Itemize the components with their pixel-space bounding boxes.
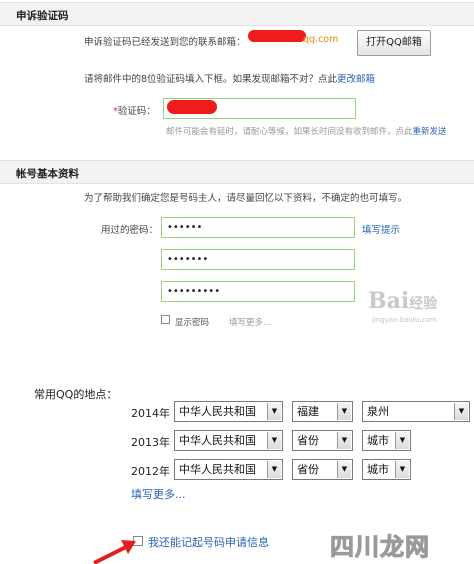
year-2014: 2014年 xyxy=(131,407,170,420)
redacted-email xyxy=(248,30,306,42)
account-intro: 为了帮助我们确定您是号码主人，请尽量回忆以下资料，不确定的也可填写。 xyxy=(84,193,408,204)
year-2013: 2013年 xyxy=(131,436,170,449)
baidu-watermark: Bai经验 xyxy=(368,288,437,314)
triangle-down-icon[interactable]: ▼ xyxy=(395,461,409,478)
checkbox-icon[interactable] xyxy=(161,315,170,324)
code-instruction: 请将邮件中的8位验证码填入下框。如果发现邮箱不对？点此更改邮箱 xyxy=(84,71,375,85)
baidu-url: jingyan.baidu.com xyxy=(372,316,437,324)
redacted-code xyxy=(167,100,217,114)
year-2012: 2012年 xyxy=(131,465,170,478)
show-password-label: 显示密码 xyxy=(175,318,210,328)
account-section-header: 帐号基本资料 xyxy=(0,160,474,184)
open-qq-mail-button[interactable]: 打开QQ邮箱 xyxy=(357,30,431,56)
country-value: 中华人民共和国 xyxy=(179,463,256,476)
password-field-1[interactable]: •••••• xyxy=(161,217,355,238)
change-email-link[interactable]: 更改邮箱 xyxy=(337,74,375,85)
site-logo-watermark: 四川龙网 xyxy=(330,533,430,562)
country-select-2012[interactable]: 中华人民共和国 ▼ xyxy=(174,459,283,480)
city-select-2012[interactable]: 城市 ▼ xyxy=(362,459,411,480)
appeal-section-title: 申诉验证码 xyxy=(16,10,69,22)
location-fill-more-link[interactable]: 填写更多... xyxy=(131,486,186,502)
province-value: 省份 xyxy=(297,434,319,447)
triangle-down-icon[interactable]: ▼ xyxy=(267,403,281,420)
baidu-cn-text: 经验 xyxy=(409,296,438,312)
show-password-checkbox[interactable] xyxy=(161,315,170,327)
province-select-2012[interactable]: 省份 ▼ xyxy=(292,459,353,480)
city-value: 城市 xyxy=(367,463,389,476)
triangle-down-icon[interactable]: ▼ xyxy=(267,461,281,478)
password-label: 用过的密码： xyxy=(101,225,159,236)
country-select-2013[interactable]: 中华人民共和国 ▼ xyxy=(174,430,283,451)
province-select-2014[interactable]: 福建 ▼ xyxy=(292,401,353,422)
province-value: 福建 xyxy=(297,405,319,418)
country-select-2014[interactable]: 中华人民共和国 ▼ xyxy=(174,401,283,422)
triangle-down-icon[interactable]: ▼ xyxy=(337,403,351,420)
province-select-2013[interactable]: 省份 ▼ xyxy=(292,430,353,451)
email-domain: qq.com xyxy=(303,34,339,45)
code-label-wrap: *验证码： xyxy=(113,103,156,117)
triangle-down-icon[interactable]: ▼ xyxy=(267,432,281,449)
triangle-down-icon[interactable]: ▼ xyxy=(337,432,351,449)
red-arrow-icon xyxy=(93,540,136,564)
province-value: 省份 xyxy=(297,463,319,476)
location-label: 常用QQ的地点： xyxy=(34,388,118,401)
instruction-text: 请将邮件中的8位验证码填入下框。如果发现邮箱不对？点此 xyxy=(84,74,338,85)
country-value: 中华人民共和国 xyxy=(179,434,256,447)
triangle-down-icon[interactable]: ▼ xyxy=(454,403,468,420)
password-field-2[interactable]: ••••••• xyxy=(161,249,355,270)
code-hint-text: 邮件可能会有延时，请耐心等候，如果长时间没有收到邮件，点此 xyxy=(166,127,413,137)
city-value: 城市 xyxy=(367,434,389,447)
triangle-down-icon[interactable]: ▼ xyxy=(337,461,351,478)
city-value: 泉州 xyxy=(367,405,389,418)
city-select-2013[interactable]: 城市 ▼ xyxy=(362,430,411,451)
sent-notice: 申诉验证码已经发送到您的联系邮箱： xyxy=(84,37,246,48)
country-value: 中华人民共和国 xyxy=(179,405,256,418)
remember-label[interactable]: 我还能记起号码申请信息 xyxy=(148,534,269,550)
account-fill-more-link[interactable]: 填写更多... xyxy=(229,316,271,328)
appeal-section-header: 申诉验证码 xyxy=(0,2,474,26)
code-label: 验证码： xyxy=(117,106,156,117)
triangle-down-icon[interactable]: ▼ xyxy=(395,432,409,449)
city-select-2014[interactable]: 泉州 ▼ xyxy=(362,401,470,422)
account-section-title: 帐号基本资料 xyxy=(16,168,79,180)
fill-hint-link[interactable]: 填写提示 xyxy=(362,222,400,236)
code-hint: 邮件可能会有延时，请耐心等候，如果长时间没有收到邮件，点此重新发送 xyxy=(166,125,447,137)
baidu-text: Bai xyxy=(368,288,410,314)
password-field-3[interactable]: ••••••••• xyxy=(161,281,355,302)
resend-link[interactable]: 重新发送 xyxy=(413,127,447,137)
